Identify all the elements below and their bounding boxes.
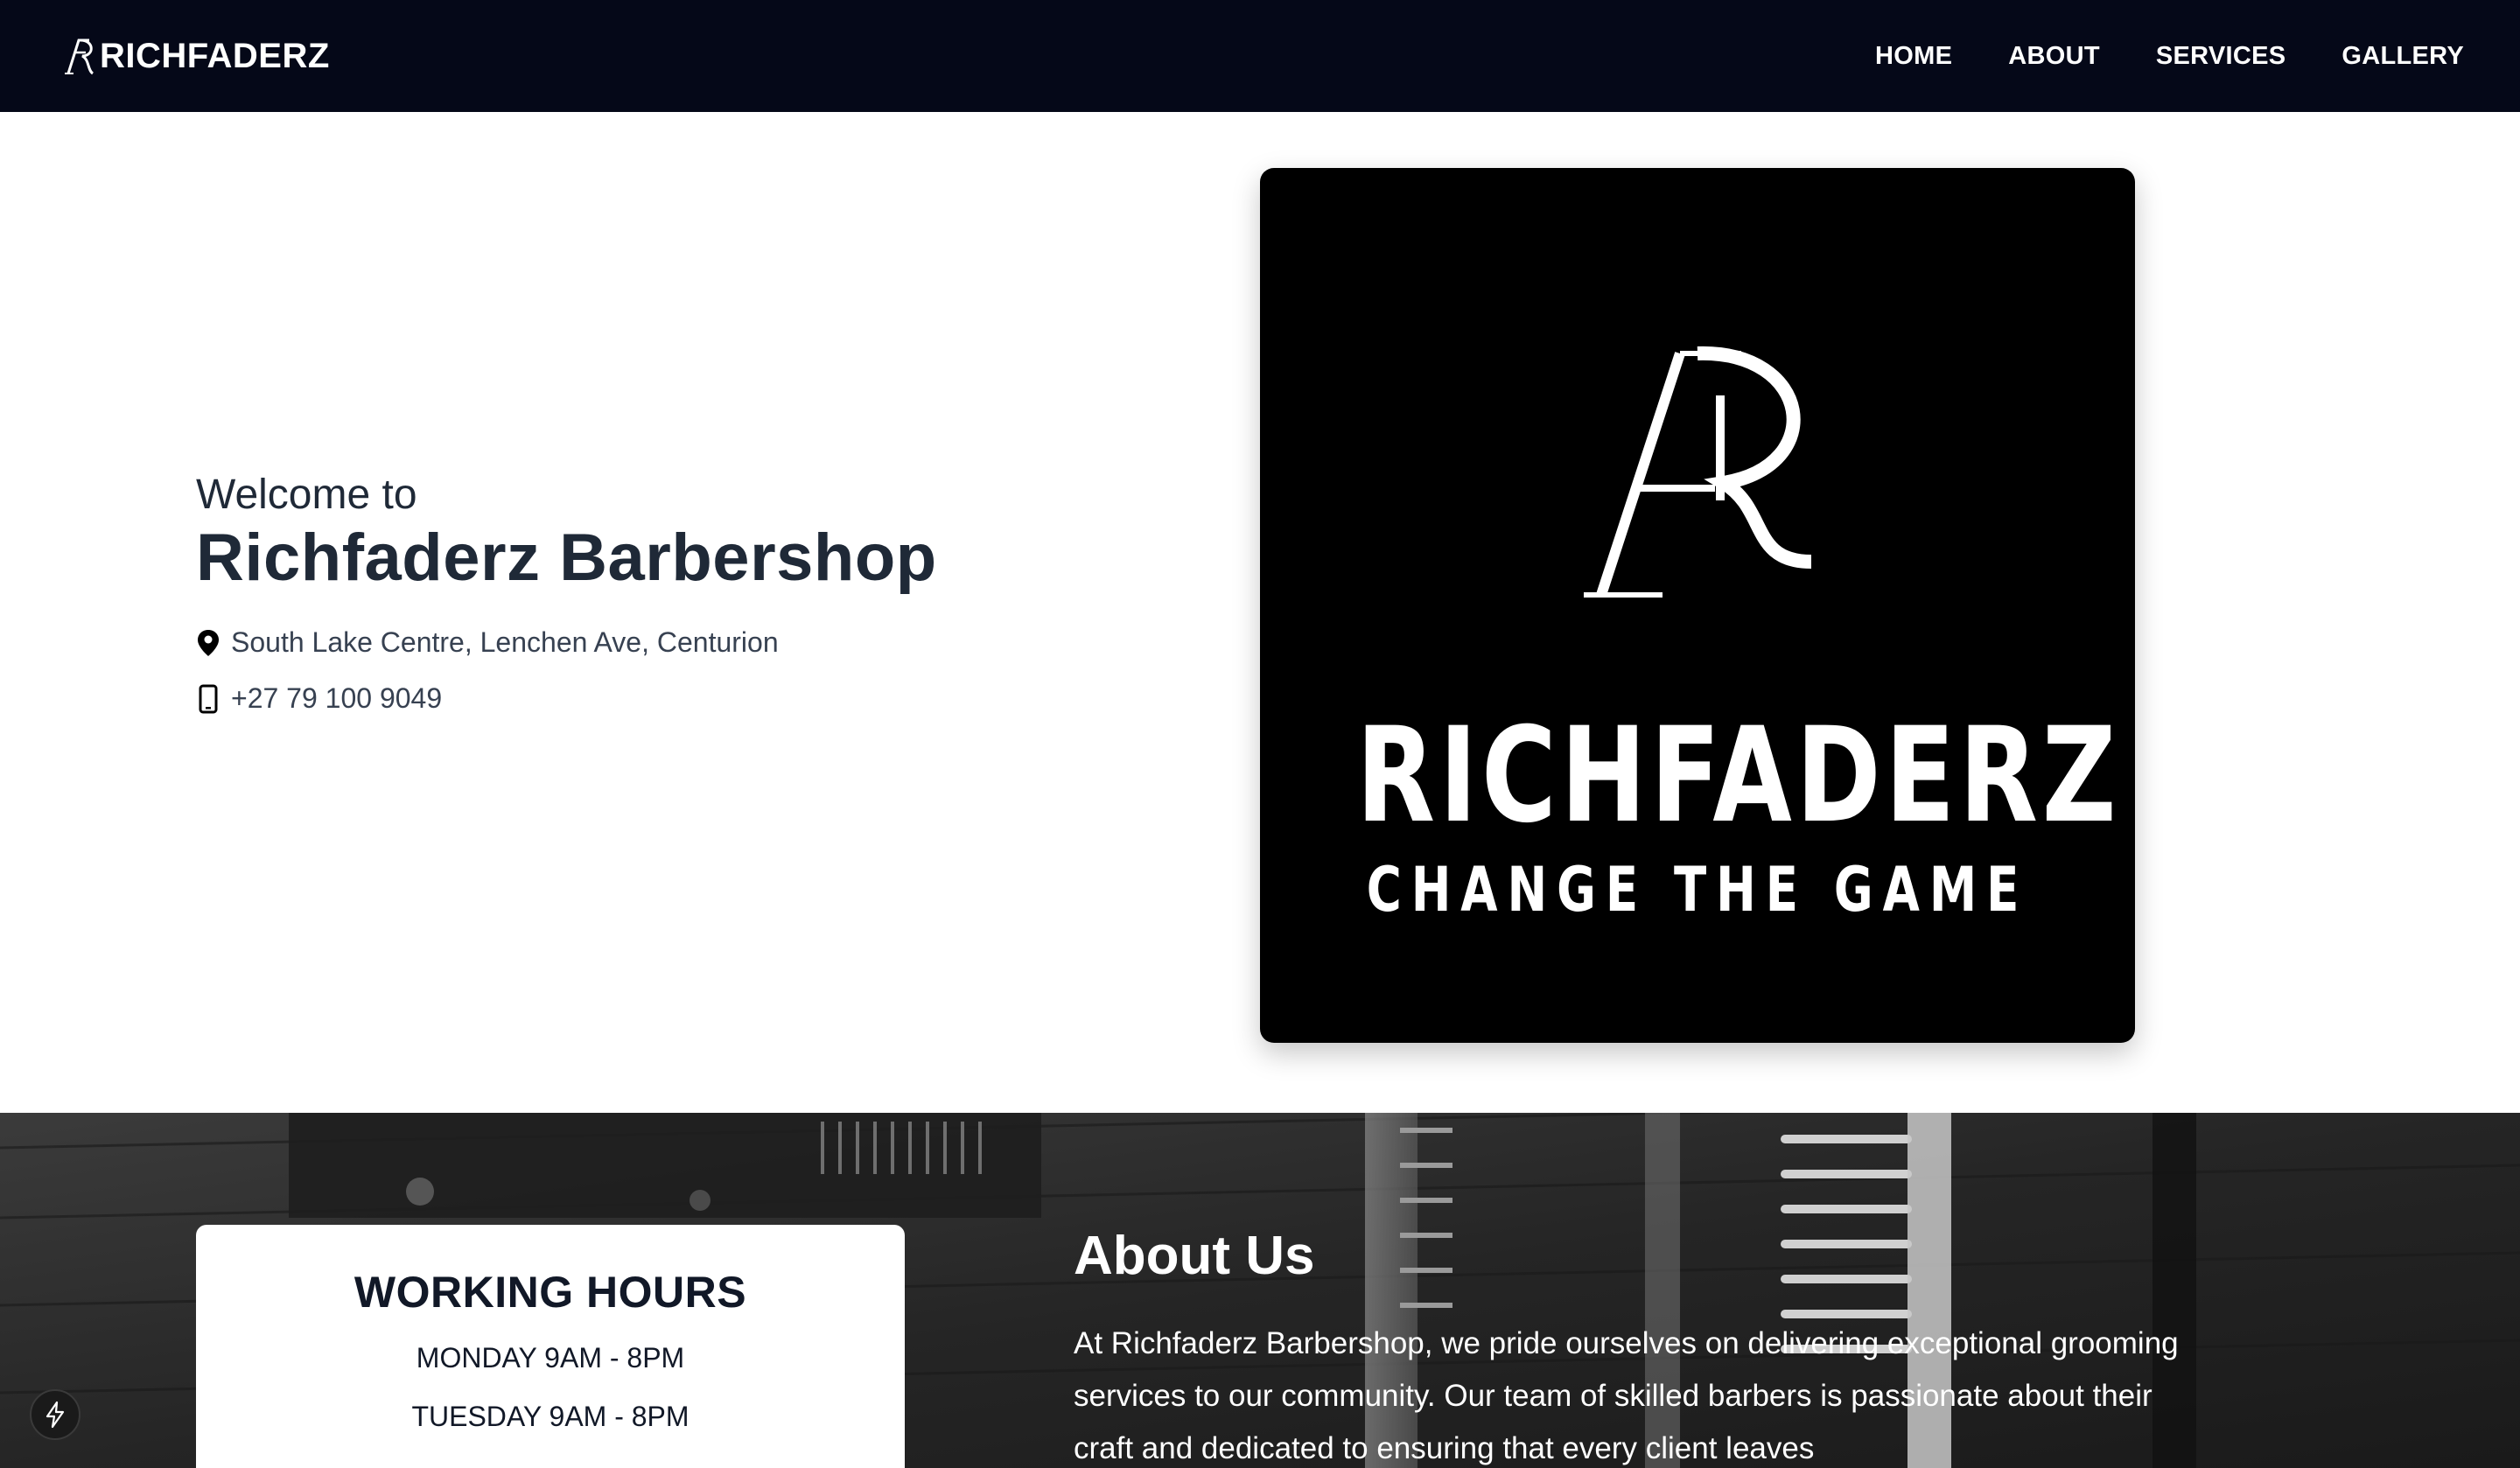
nav-link-gallery[interactable]: GALLERY — [2342, 42, 2464, 71]
phone-text[interactable]: +27 79 100 9049 — [231, 682, 442, 715]
nav-link-home[interactable]: HOME — [1875, 42, 1952, 71]
nav-link-about[interactable]: ABOUT — [2008, 42, 2100, 71]
mobile-phone-icon — [199, 684, 218, 713]
brand-name: RICHFADERZ — [100, 36, 330, 75]
phone-row: +27 79 100 9049 — [196, 682, 442, 715]
logo-card: RICHFADERZ CHANGE THE GAME — [1260, 168, 2135, 1043]
shop-title: Richfaderz Barbershop — [196, 521, 937, 595]
hours-item: MONDAY 9AM - 8PM — [416, 1342, 685, 1374]
working-hours-title: WORKING HOURS — [354, 1268, 747, 1317]
navbar: RICHFADERZ HOME ABOUT SERVICES GALLERY — [0, 0, 2520, 112]
brand-logo[interactable]: RICHFADERZ — [60, 33, 330, 79]
location-pin-icon — [198, 629, 219, 656]
logo-wordmark: RICHFADERZ — [1356, 700, 2121, 852]
address-text: South Lake Centre, Lenchen Ave, Centurio… — [231, 626, 779, 658]
hours-item: TUESDAY 9AM - 8PM — [411, 1401, 690, 1432]
nav-link-services[interactable]: SERVICES — [2156, 42, 2286, 71]
main-nav: HOME ABOUT SERVICES GALLERY — [1875, 42, 2464, 71]
fr-monogram-icon — [1584, 346, 1812, 598]
welcome-text: Welcome to — [196, 472, 417, 518]
address-row: South Lake Centre, Lenchen Ave, Centurio… — [196, 626, 779, 659]
fr-monogram-icon — [65, 38, 94, 75]
hero-section: Welcome to Richfaderz Barbershop South L… — [0, 112, 2520, 1113]
dev-tools-badge[interactable] — [30, 1389, 80, 1440]
logo-tagline: CHANGE THE GAME — [1366, 854, 2029, 926]
about-section: WORKING HOURS MONDAY 9AM - 8PM TUESDAY 9… — [0, 1113, 2520, 1468]
lightning-icon — [46, 1401, 65, 1429]
about-title: About Us — [1074, 1226, 1315, 1286]
working-hours-card: WORKING HOURS MONDAY 9AM - 8PM TUESDAY 9… — [196, 1225, 905, 1468]
about-text: At Richfaderz Barbershop, we pride ourse… — [1074, 1326, 2179, 1465]
